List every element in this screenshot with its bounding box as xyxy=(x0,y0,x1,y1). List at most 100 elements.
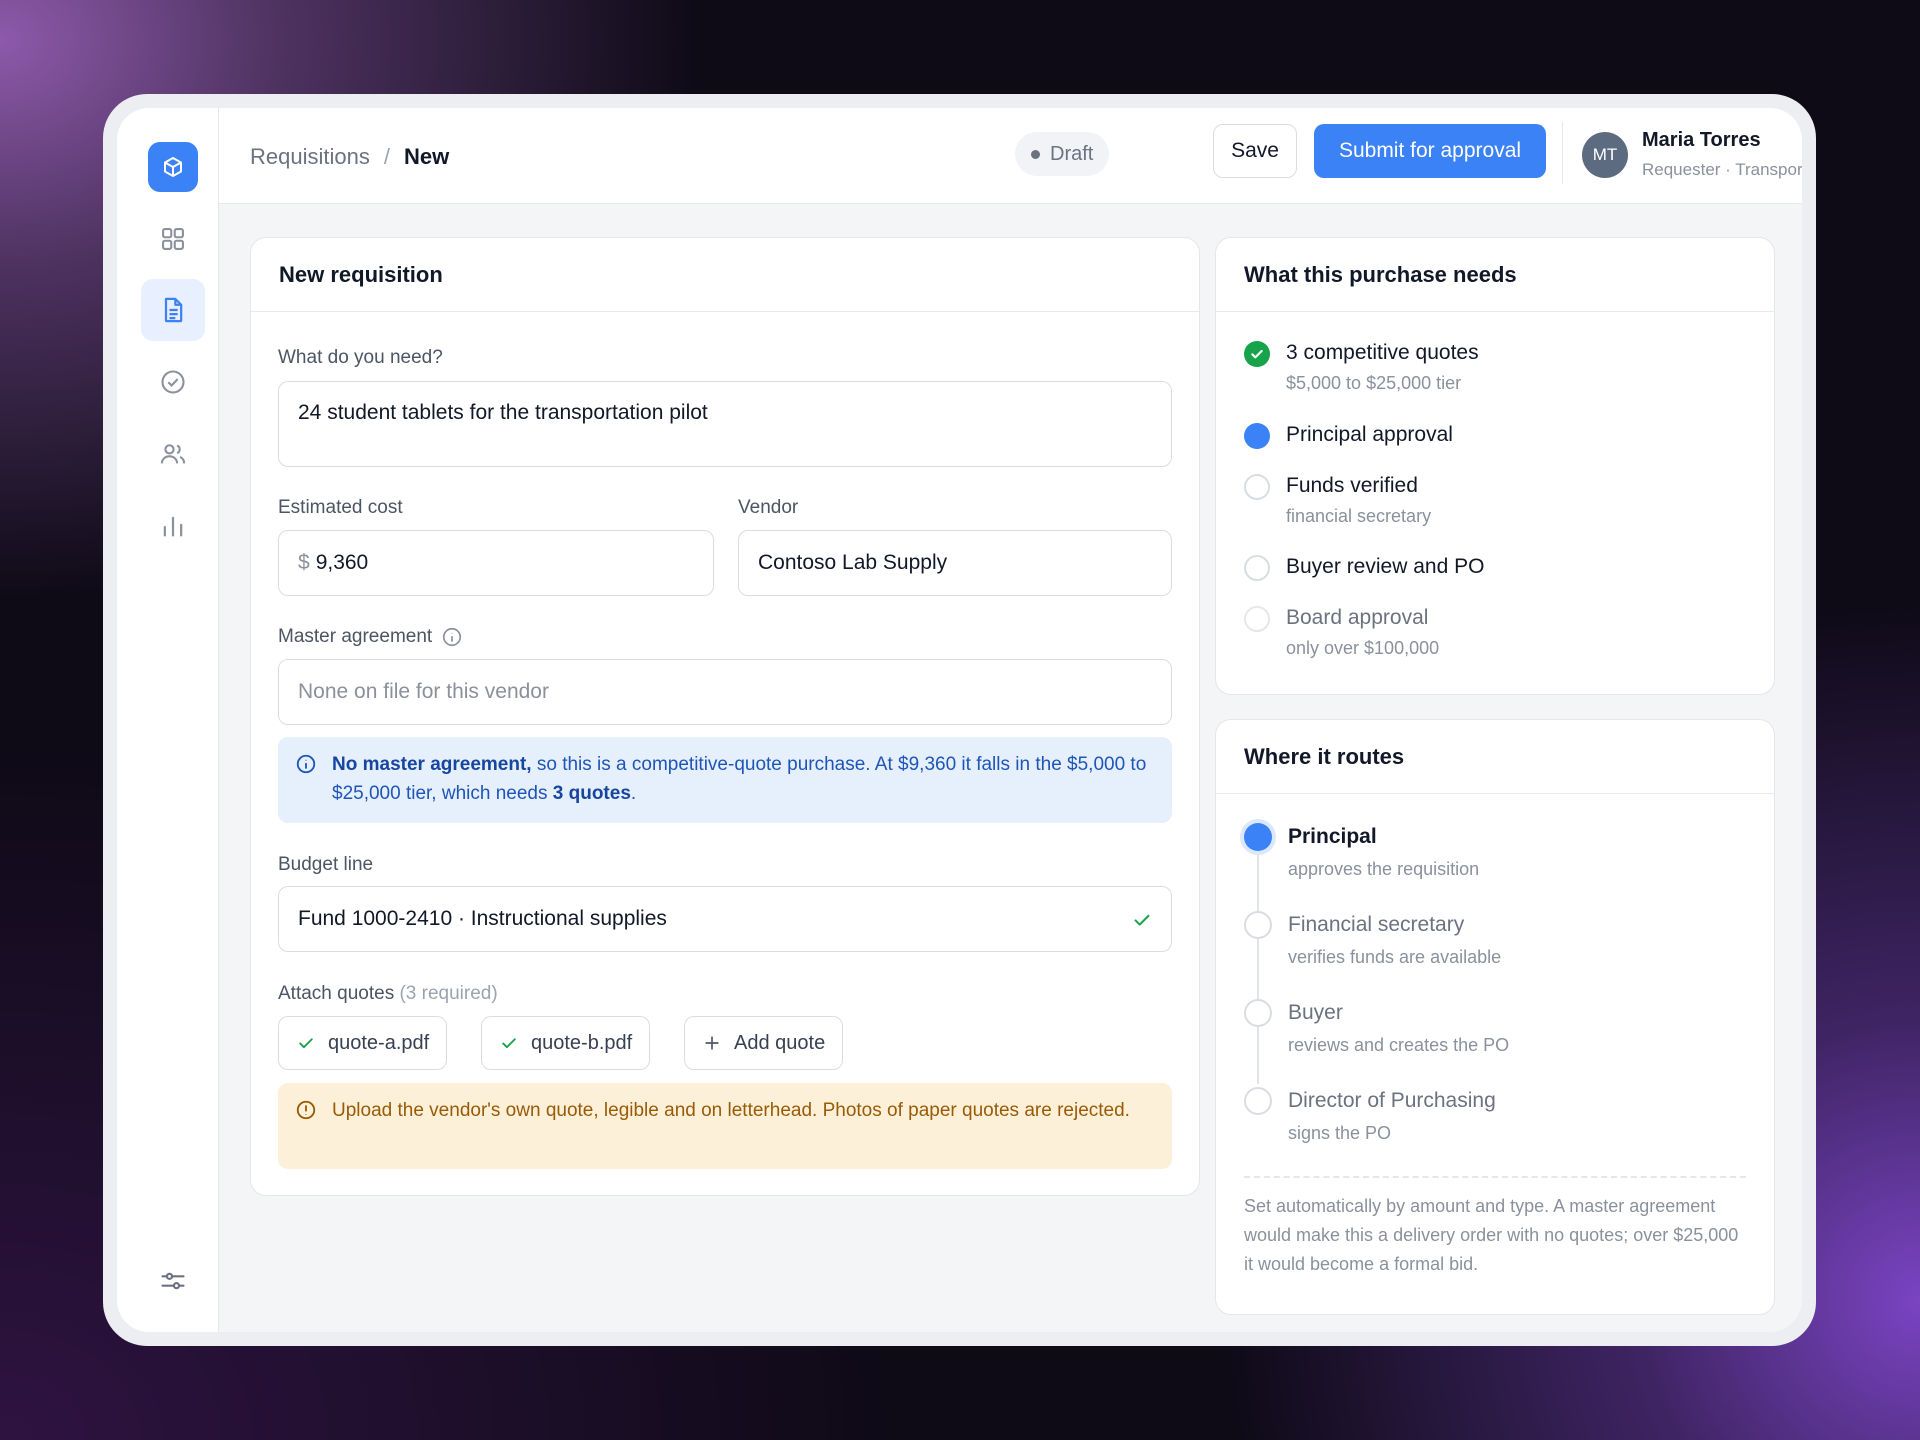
attach-quotes-label: Attach quotes (3 required) xyxy=(278,983,498,1005)
check-icon xyxy=(299,1038,313,1049)
budget-line-label: Budget line xyxy=(278,854,374,875)
empty-circle-icon xyxy=(1244,474,1270,500)
need-input[interactable]: 24 student tablets for the transportatio… xyxy=(278,381,1172,467)
bar-chart-icon xyxy=(163,516,183,537)
nav-settings[interactable] xyxy=(141,1250,205,1312)
divider xyxy=(1244,1176,1746,1178)
nav-reports[interactable] xyxy=(141,495,205,557)
user-role: Requester · Transport office xyxy=(1642,160,1802,179)
route-stop-title: Buyer xyxy=(1288,1001,1343,1024)
empty-circle-icon xyxy=(1244,606,1270,632)
status-badge: Draft xyxy=(1015,132,1110,176)
save-button[interactable]: Save xyxy=(1213,124,1297,178)
need-subtitle: $5,000 to $25,000 tier xyxy=(1286,373,1462,393)
purchase-needs-card: What this purchase needs 3 competitive q… xyxy=(1215,237,1775,695)
attach-quotes-hint: (3 required) xyxy=(399,983,498,1004)
form-title: New requisition xyxy=(251,238,1199,312)
budget-line-value: Fund 1000-2410 · Instructional supplies xyxy=(298,907,667,930)
check-icon xyxy=(502,1038,516,1049)
attachment-name: quote-a.pdf xyxy=(328,1031,430,1054)
empty-circle-icon xyxy=(1244,555,1270,581)
breadcrumb-separator: / xyxy=(383,144,390,169)
need-subtitle: financial secretary xyxy=(1286,506,1432,526)
info-alert-end: . xyxy=(630,783,637,804)
info-alert-quotes: 3 quotes xyxy=(552,783,631,804)
info-icon[interactable] xyxy=(441,626,463,648)
info-icon xyxy=(296,754,316,774)
currency-symbol: $ xyxy=(298,551,310,574)
app-window: Requisitions / New Draft Save Submit for… xyxy=(103,94,1816,1346)
cost-value: 9,360 xyxy=(315,551,369,574)
route-stop-subtitle: approves the requisition xyxy=(1288,859,1480,879)
current-step-icon xyxy=(1244,423,1270,449)
check-circle-icon xyxy=(1244,341,1270,367)
grid-icon xyxy=(162,228,184,250)
add-quote-button[interactable]: Add quote xyxy=(684,1016,844,1070)
empty-circle-icon xyxy=(1244,911,1272,939)
needs-title: What this purchase needs xyxy=(1216,238,1774,312)
status-label: Draft xyxy=(1050,142,1094,165)
vendor-input[interactable]: Contoso Lab Supply xyxy=(738,530,1172,596)
check-icon xyxy=(1134,914,1150,926)
empty-circle-icon xyxy=(1244,1087,1272,1115)
app-logo[interactable] xyxy=(148,142,198,192)
nav-requisitions[interactable] xyxy=(141,279,205,341)
need-title: Board approval xyxy=(1286,606,1429,629)
route-stop-subtitle: reviews and creates the PO xyxy=(1288,1035,1510,1055)
nav-dashboard[interactable] xyxy=(141,208,205,270)
route-connector xyxy=(1257,824,1259,1084)
breadcrumb-current: New xyxy=(403,144,450,169)
need-subtitle: only over $100,000 xyxy=(1286,638,1440,658)
nav-approvals[interactable] xyxy=(141,351,205,413)
avatar[interactable]: MT xyxy=(1582,132,1628,178)
warning-alert: Upload the vendor's own quote, legible a… xyxy=(278,1083,1172,1169)
attachment-name: quote-b.pdf xyxy=(531,1031,633,1054)
cost-label: Estimated cost xyxy=(278,497,403,518)
attach-quotes-title: Attach quotes xyxy=(278,983,395,1004)
document-icon xyxy=(164,297,183,323)
master-agreement-input[interactable]: None on file for this vendor xyxy=(278,659,1172,725)
warning-text: Upload the vendor's own quote, legible a… xyxy=(332,1100,1130,1121)
cube-icon xyxy=(164,157,182,177)
attachment-chip[interactable]: quote-b.pdf xyxy=(481,1016,651,1070)
route-stop-title: Director of Purchasing xyxy=(1288,1089,1496,1112)
sliders-icon xyxy=(161,1272,185,1290)
requisition-form-card: New requisition What do you need? 24 stu… xyxy=(250,237,1200,1196)
nav-people[interactable] xyxy=(141,423,205,485)
vendor-label: Vendor xyxy=(738,497,799,518)
status-dot xyxy=(1031,149,1040,159)
plus-icon xyxy=(705,1036,719,1050)
need-value: 24 student tablets for the transportatio… xyxy=(298,401,708,424)
empty-circle-icon xyxy=(1244,999,1272,1027)
need-title: Buyer review and PO xyxy=(1286,555,1485,578)
submit-for-approval-button[interactable]: Submit for approval xyxy=(1314,124,1546,178)
info-alert-lead: No master agreement, xyxy=(332,754,532,775)
vendor-value: Contoso Lab Supply xyxy=(758,551,948,574)
attachment-chip[interactable]: quote-a.pdf xyxy=(278,1016,448,1070)
master-agreement-label: Master agreement xyxy=(278,626,433,647)
need-label: What do you need? xyxy=(278,347,443,368)
route-stop-title: Financial secretary xyxy=(1288,913,1465,936)
breadcrumb-requisitions[interactable]: Requisitions xyxy=(250,144,370,170)
users-icon xyxy=(160,444,186,464)
sidebar xyxy=(117,108,219,1332)
info-alert: No master agreement, so this is a compet… xyxy=(278,737,1172,823)
route-stop-subtitle: verifies funds are available xyxy=(1288,947,1502,967)
budget-line-select[interactable]: Fund 1000-2410 · Instructional supplies xyxy=(278,886,1172,952)
routes-title: Where it routes xyxy=(1216,720,1774,794)
check-circle-icon xyxy=(161,370,185,394)
add-quote-label: Add quote xyxy=(734,1031,826,1054)
user-name: Maria Torres xyxy=(1642,129,1761,151)
routing-card: Where it routes Principal approves the r… xyxy=(1215,719,1775,1315)
warning-icon xyxy=(296,1100,316,1120)
need-title: 3 competitive quotes xyxy=(1286,341,1479,364)
breadcrumb: Requisitions / New xyxy=(250,144,449,170)
divider xyxy=(1562,122,1563,184)
need-title: Funds verified xyxy=(1286,474,1418,497)
attachments: quote-a.pdf quote-b.pdf Add quote xyxy=(278,1016,1172,1072)
top-bar: Requisitions / New Draft Save Submit for… xyxy=(219,108,1802,204)
route-stop-title: Principal xyxy=(1288,825,1377,848)
need-title: Principal approval xyxy=(1286,423,1453,446)
routing-note: Set automatically by amount and type. A … xyxy=(1244,1196,1739,1274)
cost-input[interactable]: $ 9,360 xyxy=(278,530,714,596)
